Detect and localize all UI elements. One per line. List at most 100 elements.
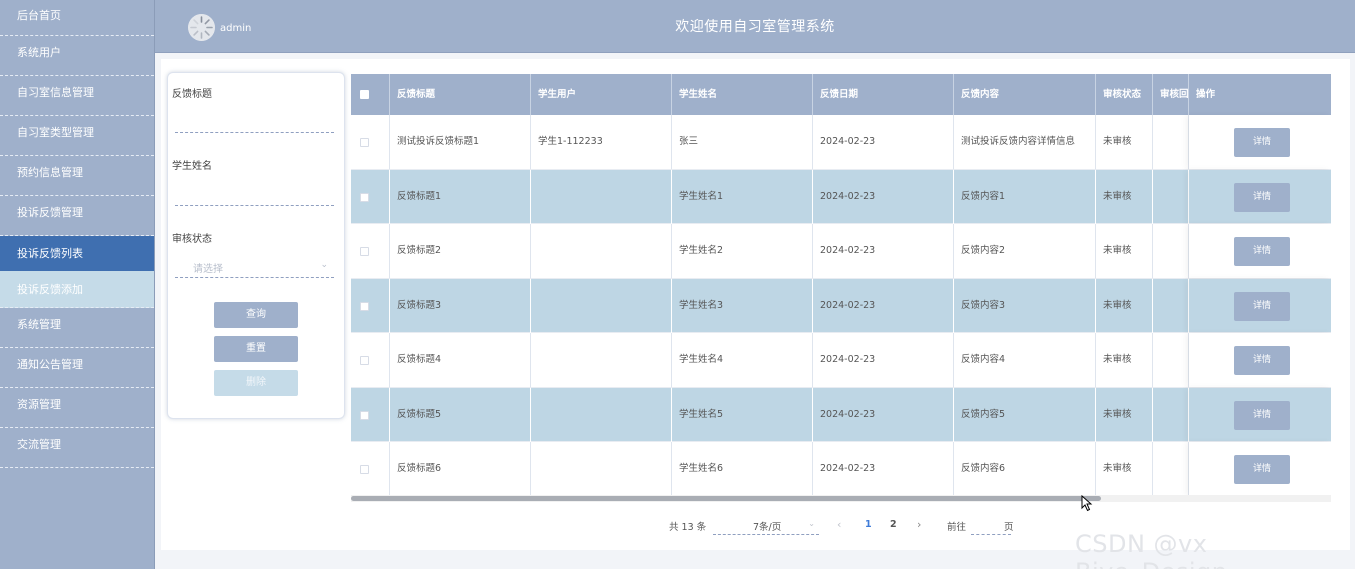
cell-content: 反馈内容4 <box>954 333 1096 387</box>
review-status-label: 审核状态 <box>172 234 212 245</box>
table-row[interactable]: 反馈标题4 学生姓名4 2024-02-23 反馈内容4 未审核 详情 <box>351 333 1331 388</box>
detail-button[interactable]: 详情 <box>1234 346 1290 375</box>
page-unit-label: 页 <box>1004 522 1014 533</box>
horizontal-scrollbar[interactable] <box>351 496 1101 501</box>
cell-status: 未审核 <box>1096 442 1153 496</box>
chevron-down-icon: ⌄ <box>320 260 328 270</box>
table-row[interactable]: 反馈标题5 学生姓名5 2024-02-23 反馈内容5 未审核 详情 <box>351 387 1331 442</box>
cell-status: 未审核 <box>1096 224 1153 278</box>
sidebar-item-reservation[interactable]: 预约信息管理 <box>0 156 154 196</box>
feedback-title-input[interactable] <box>175 111 334 131</box>
cell-action: 详情 <box>1189 442 1331 496</box>
cell-reply <box>1153 387 1189 442</box>
cell-date: 2024-02-23 <box>813 442 954 496</box>
detail-button[interactable]: 详情 <box>1234 128 1290 157</box>
sidebar-item-system-manage[interactable]: 系统管理 <box>0 308 154 348</box>
reset-button[interactable]: 重置 <box>214 336 298 362</box>
table-row[interactable]: 反馈标题6 学生姓名6 2024-02-23 反馈内容6 未审核 详情 <box>351 442 1331 497</box>
delete-button[interactable]: 删除 <box>214 370 298 396</box>
cell-status: 未审核 <box>1096 278 1153 333</box>
feedback-table: 反馈标题 学生用户 学生姓名 反馈日期 反馈内容 审核状态 审核回复 操作 测试… <box>351 74 1331 501</box>
review-status-select[interactable]: 请选择 ⌄ <box>175 255 334 277</box>
query-button[interactable]: 查询 <box>214 302 298 328</box>
cell-date: 2024-02-23 <box>813 115 954 169</box>
cell-checkbox <box>351 278 390 333</box>
next-page-icon[interactable]: › <box>917 518 921 531</box>
column-header-date[interactable]: 反馈日期 <box>813 74 954 115</box>
cell-user <box>531 169 672 224</box>
prev-page-icon[interactable]: ‹ <box>837 518 841 531</box>
column-header-content[interactable]: 反馈内容 <box>954 74 1096 115</box>
detail-button[interactable]: 详情 <box>1234 237 1290 266</box>
sidebar-item-home[interactable]: 后台首页 <box>0 0 154 36</box>
cell-user <box>531 442 672 496</box>
student-name-input[interactable] <box>175 184 334 204</box>
row-checkbox[interactable] <box>360 192 369 202</box>
table-row[interactable]: 反馈标题1 学生姓名1 2024-02-23 反馈内容1 未审核 详情 <box>351 169 1331 224</box>
sidebar-item-resource[interactable]: 资源管理 <box>0 388 154 428</box>
cell-date: 2024-02-23 <box>813 278 954 333</box>
column-header-title[interactable]: 反馈标题 <box>390 74 531 115</box>
cell-checkbox <box>351 333 390 387</box>
cell-checkbox <box>351 115 390 169</box>
detail-button[interactable]: 详情 <box>1234 455 1290 484</box>
sidebar-item-study-room-type[interactable]: 自习室类型管理 <box>0 116 154 156</box>
cell-reply <box>1153 224 1189 278</box>
sidebar: 后台首页 系统用户 自习室信息管理 自习室类型管理 预约信息管理 投诉反馈管理 … <box>0 0 155 569</box>
sidebar-item-system-users[interactable]: 系统用户 <box>0 36 154 76</box>
page-2[interactable]: 2 <box>890 519 897 530</box>
page-size-select[interactable]: 7条/页 ⌄ <box>713 517 819 535</box>
column-header-user[interactable]: 学生用户 <box>531 74 672 115</box>
cell-name: 学生姓名5 <box>672 387 813 442</box>
cell-date: 2024-02-23 <box>813 224 954 278</box>
sidebar-item-exchange[interactable]: 交流管理 <box>0 428 154 468</box>
cell-reply <box>1153 442 1189 496</box>
search-panel: 反馈标题 学生姓名 审核状态 请选择 ⌄ 查询 重置 删除 <box>167 72 345 419</box>
cell-reply <box>1153 115 1189 169</box>
sidebar-item-notice[interactable]: 通知公告管理 <box>0 348 154 388</box>
table-row[interactable]: 反馈标题3 学生姓名3 2024-02-23 反馈内容3 未审核 详情 <box>351 278 1331 333</box>
detail-button[interactable]: 详情 <box>1234 291 1290 321</box>
table-row[interactable]: 反馈标题2 学生姓名2 2024-02-23 反馈内容2 未审核 详情 <box>351 224 1331 279</box>
column-header-reply[interactable]: 审核回复 <box>1153 74 1189 115</box>
cell-title: 反馈标题6 <box>390 442 531 496</box>
cell-content: 反馈内容3 <box>954 278 1096 333</box>
select-all-checkbox[interactable] <box>360 90 369 99</box>
cell-checkbox <box>351 169 390 224</box>
detail-button[interactable]: 详情 <box>1234 400 1290 430</box>
sidebar-item-feedback-list[interactable]: 投诉反馈列表 <box>0 236 154 271</box>
row-checkbox[interactable] <box>360 301 369 311</box>
cell-name: 学生姓名3 <box>672 278 813 333</box>
column-header-status[interactable]: 审核状态 <box>1096 74 1153 115</box>
cell-status: 未审核 <box>1096 169 1153 224</box>
column-header-action: 操作 <box>1189 74 1331 115</box>
row-checkbox[interactable] <box>360 410 369 420</box>
sidebar-item-feedback[interactable]: 投诉反馈管理 <box>0 196 154 236</box>
cell-user: 学生1-112233 <box>531 115 672 169</box>
row-checkbox[interactable] <box>360 465 369 474</box>
sidebar-item-study-room-info[interactable]: 自习室信息管理 <box>0 76 154 116</box>
row-checkbox[interactable] <box>360 356 369 365</box>
page-1[interactable]: 1 <box>865 519 872 530</box>
cell-user <box>531 333 672 387</box>
cell-checkbox <box>351 442 390 496</box>
row-checkbox[interactable] <box>360 138 369 147</box>
cell-user <box>531 387 672 442</box>
page-size-value: 7条/页 <box>753 522 782 533</box>
cell-content: 反馈内容2 <box>954 224 1096 278</box>
table-row[interactable]: 测试投诉反馈标题1 学生1-112233 张三 2024-02-23 测试投诉反馈内容详… <box>351 115 1331 170</box>
watermark: CSDN @vx Biye_Design <box>1075 530 1227 569</box>
cell-action: 详情 <box>1189 115 1331 169</box>
cell-name: 学生姓名6 <box>672 442 813 496</box>
cell-action: 详情 <box>1189 388 1331 442</box>
sidebar-item-feedback-add[interactable]: 投诉反馈添加 <box>0 271 154 308</box>
mouse-cursor-icon <box>1081 495 1093 512</box>
cell-name: 学生姓名2 <box>672 224 813 278</box>
detail-button[interactable]: 详情 <box>1234 182 1290 212</box>
cell-user <box>531 278 672 333</box>
cell-content: 测试投诉反馈内容详情信息 <box>954 115 1096 169</box>
student-name-underline <box>175 205 334 206</box>
row-checkbox[interactable] <box>360 247 369 256</box>
column-header-name[interactable]: 学生姓名 <box>672 74 813 115</box>
student-name-label: 学生姓名 <box>172 161 212 172</box>
